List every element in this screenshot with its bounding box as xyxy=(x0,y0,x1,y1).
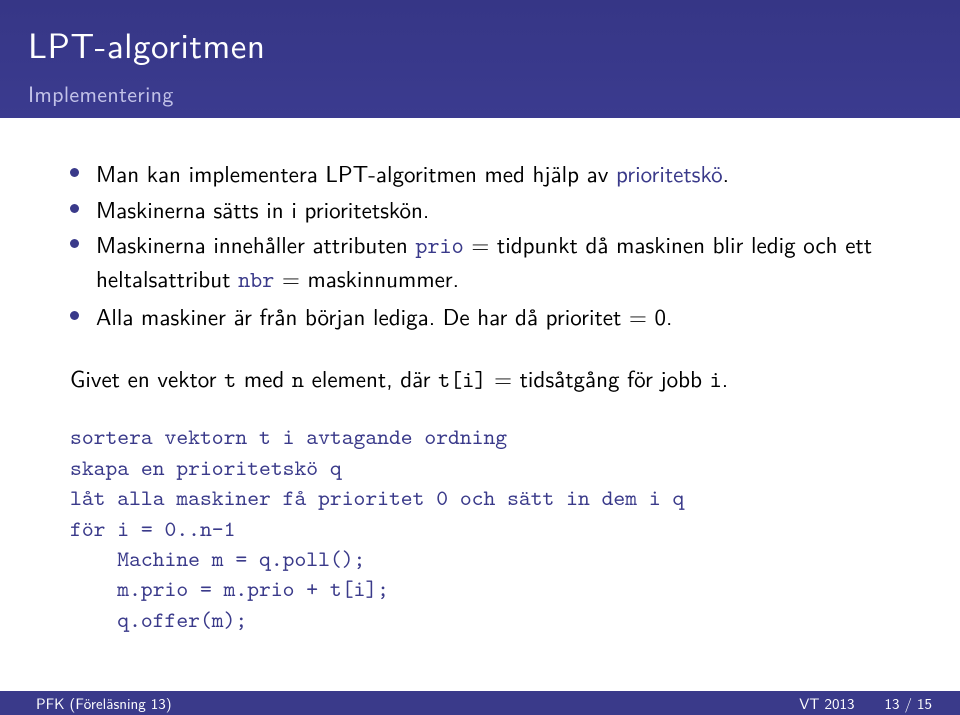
bullet-item: Maskinerna innehåller attributen prio = … xyxy=(70,229,908,296)
bullet-text: Maskinerna sätts in i prioritetskön. xyxy=(96,192,429,226)
bullet-list: Man kan implementera LPT-algoritmen med … xyxy=(70,158,908,333)
given-line: Givet en vektor t med n element, där t[i… xyxy=(70,363,908,397)
footer-right: VT 2013 13 / 15 xyxy=(633,692,960,714)
text: element, där xyxy=(304,361,438,395)
slide-header: LPT-algoritmen Implementering xyxy=(0,0,960,118)
code-inline: t[i] xyxy=(438,365,486,395)
slide-title: LPT-algoritmen xyxy=(28,18,932,69)
footer-term: VT 2013 xyxy=(799,692,854,714)
code-inline: n xyxy=(292,365,304,395)
footer-left: PFK (Föreläsning 13) xyxy=(0,692,335,714)
code-inline: t xyxy=(224,365,236,395)
bullet-item: Maskinerna sätts in i prioritetskön. xyxy=(70,194,908,226)
footer-page: 13 / 15 xyxy=(885,692,933,714)
bullet-text: = maskinnummer. xyxy=(274,261,459,295)
text: . xyxy=(722,361,728,395)
code-block: sortera vektorn t i avtagande ordning sk… xyxy=(70,422,908,635)
bullet-icon xyxy=(70,168,79,177)
bullet-item: Alla maskiner är från början lediga. De … xyxy=(70,301,908,333)
code-inline: nbr xyxy=(238,265,274,295)
bullet-text: Maskinerna innehåller attributen xyxy=(96,227,415,261)
bullet-icon xyxy=(70,239,79,248)
bullet-text: Alla maskiner är från början lediga. De … xyxy=(96,299,672,333)
bullet-text: Man kan implementera LPT-algoritmen med … xyxy=(96,156,616,190)
text: med xyxy=(236,361,292,395)
bullet-item: Man kan implementera LPT-algoritmen med … xyxy=(70,158,908,190)
slide-footer: PFK (Föreläsning 13) VT 2013 13 / 15 xyxy=(0,691,960,715)
text: Givet en vektor xyxy=(70,361,224,395)
bullet-text: . xyxy=(723,156,729,190)
slide-content: Man kan implementera LPT-algoritmen med … xyxy=(0,118,960,635)
code-inline: i xyxy=(710,365,722,395)
code-inline: prio xyxy=(415,231,463,261)
keyword: prioritetskö xyxy=(616,156,723,190)
bullet-icon xyxy=(70,311,79,320)
bullet-icon xyxy=(70,204,79,213)
slide-subtitle: Implementering xyxy=(28,77,932,109)
text: = tidsåtgång för jobb xyxy=(486,361,709,395)
